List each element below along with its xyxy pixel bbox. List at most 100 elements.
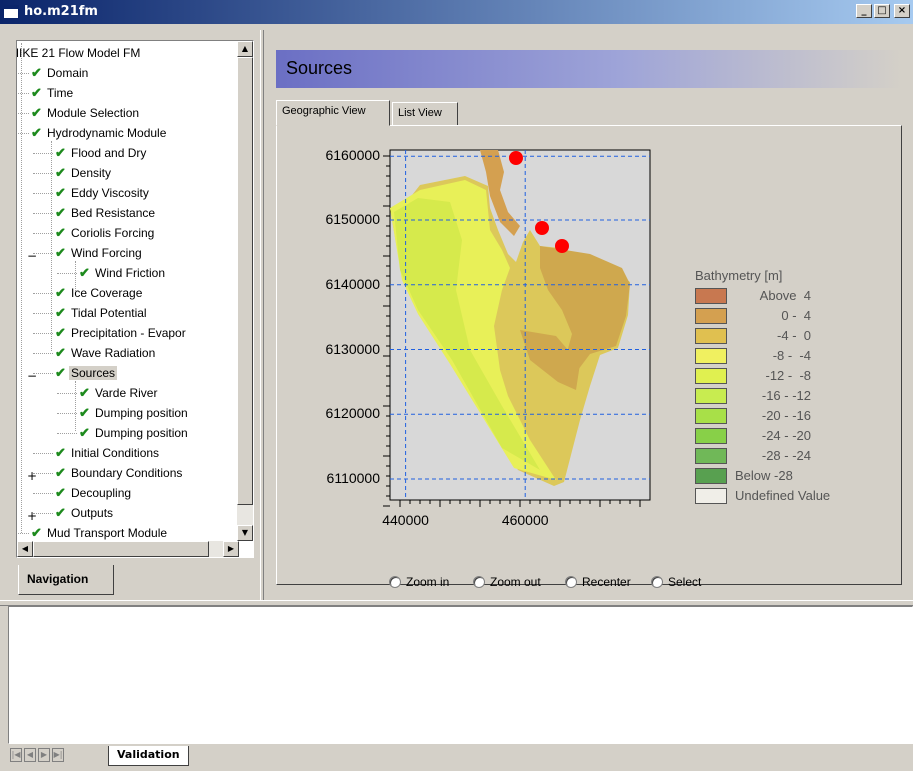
check-icon: ✔ — [55, 225, 66, 240]
tree-item-label: Coriolis Forcing — [71, 226, 155, 240]
tree-item-label: Initial Conditions — [71, 446, 160, 460]
zoom-out-radio[interactable]: Zoom out — [473, 575, 541, 589]
scroll-up-icon[interactable]: ▲ — [237, 41, 253, 57]
legend-label: Below -28 — [735, 468, 793, 483]
tab-navigation[interactable]: Navigation — [18, 565, 114, 595]
next-tab-icon[interactable]: ▶ — [38, 748, 50, 762]
minimize-button[interactable]: _ — [856, 4, 872, 18]
page-title: Sources — [286, 58, 353, 78]
collapse-icon[interactable]: − — [27, 249, 37, 263]
tree-item[interactable]: ✔ Tidal Potential — [55, 303, 149, 323]
scroll-down-icon[interactable]: ▼ — [237, 525, 253, 541]
tree-item[interactable]: ✔ Decoupling — [55, 483, 133, 503]
close-button[interactable]: × — [894, 4, 910, 18]
tree-item[interactable]: ✔ Bed Resistance — [55, 203, 157, 223]
tree-item[interactable]: ✔ Flood and Dry — [55, 143, 148, 163]
previous-tab-icon[interactable]: ◀ — [24, 748, 36, 762]
tab-validation[interactable]: Validation — [108, 746, 189, 766]
tree-item[interactable]: ✔ Outputs — [55, 503, 115, 523]
tree-item-label: Bed Resistance — [71, 206, 156, 220]
check-icon: ✔ — [55, 285, 66, 300]
tree-item[interactable]: ✔ Time — [31, 83, 75, 103]
check-icon: ✔ — [55, 485, 66, 500]
validation-output[interactable] — [8, 606, 913, 744]
app-icon — [3, 5, 19, 19]
tree-item-label: Time — [47, 86, 74, 100]
tree-vertical-scrollbar[interactable]: ▲ ▼ — [237, 41, 253, 541]
window-title: ho.m21fm — [24, 4, 98, 19]
tree-item[interactable]: ✔ Wave Radiation — [55, 343, 157, 363]
tree-items: MIKE 21 Flow Model FM ✔ Domain ✔ Time ✔ Module… — [17, 41, 239, 541]
maximize-button[interactable]: □ — [874, 4, 890, 18]
legend-label: -4 - 0 — [777, 328, 811, 343]
check-icon: ✔ — [79, 425, 90, 440]
check-icon: ✔ — [55, 445, 66, 460]
tree-connector — [17, 113, 29, 114]
tree-item[interactable]: ✔ Dumping position — [79, 423, 190, 443]
tree-connector — [33, 293, 53, 294]
navigation-tree: MIKE 21 Flow Model FM ✔ Domain ✔ Time ✔ Module… — [16, 40, 254, 558]
check-icon: ✔ — [55, 505, 66, 520]
check-icon: ✔ — [79, 405, 90, 420]
tab-list-view[interactable]: List View — [392, 102, 458, 126]
tree-connector — [57, 413, 77, 414]
collapse-icon[interactable]: − — [27, 369, 37, 383]
select-radio[interactable]: Select — [651, 575, 701, 589]
tree-item[interactable]: ✔ Hydrodynamic Module — [31, 123, 168, 143]
legend-label: Undefined Value — [735, 488, 831, 503]
tree-connector — [57, 273, 77, 274]
check-icon: ✔ — [55, 205, 66, 220]
source-marker[interactable] — [509, 151, 523, 165]
last-tab-icon[interactable]: ▶| — [52, 748, 64, 762]
legend-label: -24 - -20 — [761, 428, 811, 443]
tree-item[interactable]: ✔ Mud Transport Module — [31, 523, 169, 541]
radio-icon — [389, 576, 401, 588]
tree-item[interactable]: ✔ Coriolis Forcing — [55, 223, 156, 243]
check-icon: ✔ — [55, 145, 66, 160]
tree-item[interactable]: ✔ Wind Forcing — [55, 243, 144, 263]
legend-label: 0 - 4 — [781, 308, 811, 323]
tab-geographic-view[interactable]: Geographic View — [276, 100, 390, 126]
tree-connector — [57, 433, 77, 434]
tree-item[interactable]: ✔ Sources — [55, 363, 118, 383]
tree-item[interactable]: ✔ Density — [55, 163, 113, 183]
legend-swatch — [695, 288, 727, 304]
scroll-right-icon[interactable]: ▶ — [223, 541, 239, 557]
tree-item-label: Density — [71, 166, 112, 180]
tree-item[interactable]: ✔ Domain — [31, 63, 90, 83]
tree-horizontal-scrollbar[interactable]: ◀ ▶ — [17, 541, 239, 557]
check-icon: ✔ — [31, 105, 42, 120]
tree-item[interactable]: ✔ Initial Conditions — [55, 443, 161, 463]
legend-swatch — [695, 388, 727, 404]
source-marker[interactable] — [535, 221, 549, 235]
tree-item-label: Varde River — [95, 386, 158, 400]
tree-item[interactable]: ✔ Ice Coverage — [55, 283, 144, 303]
y-tick-label: 6120000 — [325, 405, 380, 422]
tree-item[interactable]: ✔ Dumping position — [79, 403, 190, 423]
tree-item-label: Mud Transport Module — [47, 526, 168, 540]
tree-item-label: Tidal Potential — [71, 306, 147, 320]
source-marker[interactable] — [555, 239, 569, 253]
tree-connector — [33, 313, 53, 314]
tree-item-label: Boundary Conditions — [71, 466, 183, 480]
first-tab-icon[interactable]: |◀ — [10, 748, 22, 762]
expand-icon[interactable]: + — [27, 469, 37, 483]
tree-item[interactable]: ✔ Boundary Conditions — [55, 463, 184, 483]
tree-item[interactable]: ✔ Varde River — [79, 383, 159, 403]
legend-swatch — [695, 348, 727, 364]
tree-item[interactable]: ✔ Eddy Viscosity — [55, 183, 151, 203]
tree-item[interactable]: MIKE 21 Flow Model FM — [17, 43, 142, 63]
zoom-in-radio[interactable]: Zoom in — [389, 575, 449, 589]
tree-item-label: Ice Coverage — [71, 286, 143, 300]
check-icon: ✔ — [55, 185, 66, 200]
expand-icon[interactable]: + — [27, 509, 37, 523]
hscroll-thumb[interactable] — [33, 541, 209, 557]
tree-item[interactable]: ✔ Module Selection — [31, 103, 141, 123]
tree-item[interactable]: ✔ Wind Friction — [79, 263, 167, 283]
scroll-left-icon[interactable]: ◀ — [17, 541, 33, 557]
tree-item[interactable]: ✔ Precipitation - Evapor — [55, 323, 188, 343]
recenter-radio[interactable]: Recenter — [565, 575, 631, 589]
main-panel: Sources Geographic View List View 616000… — [264, 30, 913, 600]
scroll-thumb[interactable] — [237, 57, 253, 505]
y-tick-label: 6140000 — [325, 275, 380, 292]
